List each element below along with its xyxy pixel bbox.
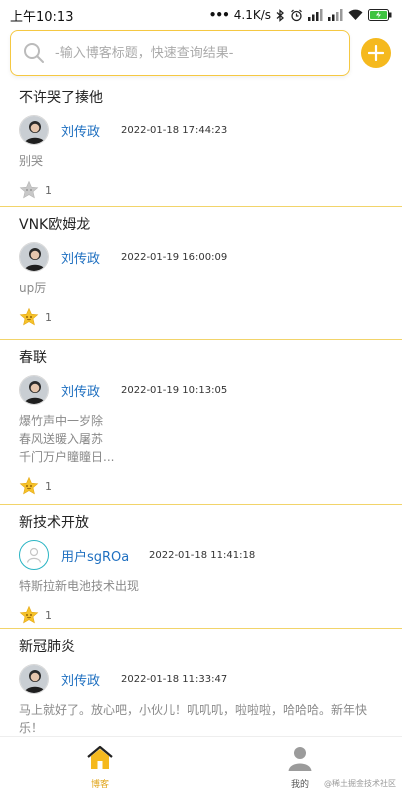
post-title: 不许哭了揍他 [19,90,103,106]
post-time: 2022-01-18 17:44:23 [121,124,228,136]
like-row: 1 [19,180,383,200]
author-row: 刘传政 2022-01-18 17:44:23 [19,114,383,146]
search-input[interactable] [53,44,327,62]
author-name[interactable]: 刘传政 [61,670,109,689]
nav-label-mine: 我的 [290,780,309,790]
battery-icon [368,9,392,21]
user-photo-icon [20,376,48,404]
post-time: 2022-01-19 16:00:09 [121,251,228,263]
nav-tab-blog[interactable]: 博客 [70,745,130,790]
excerpt-line: 春风送暖入屠苏 [19,432,104,446]
user-icon [288,747,312,771]
post-excerpt: 马上就好了。放心吧，小伙儿！叽叽叽，啦啦啦，哈哈哈。新年快 乐！ [19,701,383,736]
author-row: 刘传政 2022-01-19 16:00:09 [19,241,383,273]
nav-tab-mine[interactable]: 我的 [270,745,330,790]
excerpt-line: 马上就好了。放心吧，小伙儿！叽叽叽，啦啦啦，哈哈哈。新年快 [19,703,368,717]
post-excerpt: 特斯拉新电池技术出现 [19,577,383,595]
nav-label-blog: 博客 [90,780,109,790]
default-avatar[interactable] [19,540,49,570]
like-row: 1 [19,476,383,496]
star-outline-icon[interactable] [19,180,39,200]
user-outline-icon [26,547,42,563]
user-photo-icon [20,243,48,271]
status-bar: 上午10:13 ••• 4.1K/s [0,0,402,30]
excerpt-line: 千门万户瞳瞳日... [19,450,115,464]
post-title: 春联 [19,350,47,366]
network-speed: 4.1K/s [233,8,271,22]
like-row: 1 [19,605,383,625]
excerpt-line: 爆竹声中一岁除 [19,414,104,428]
post-title: 新冠肺炎 [19,639,75,655]
avatar[interactable] [19,375,49,405]
excerpt-line: 别哭 [19,154,44,168]
user-photo-icon [20,116,48,144]
post-time: 2022-01-18 11:41:18 [149,549,256,561]
author-name[interactable]: 刘传政 [61,248,109,267]
bottom-nav: 博客 我的 [0,736,402,801]
post-time: 2022-01-18 11:33:47 [121,673,228,685]
post-card[interactable]: VNK欧姆龙 刘传政 2022-01-19 16:00:09 up厉 1 [0,215,402,340]
avatar[interactable] [19,115,49,145]
like-count: 1 [45,479,52,493]
add-post-button[interactable] [361,38,391,68]
author-row: 用户sgROa 2022-01-18 11:41:18 [19,539,383,571]
signal-icon-2 [328,9,343,21]
like-count: 1 [45,183,52,197]
author-name[interactable]: 刘传政 [61,381,109,400]
star-liked-icon[interactable] [19,476,39,496]
post-time: 2022-01-19 10:13:05 [121,384,228,396]
author-name[interactable]: 刘传政 [61,121,109,140]
author-name[interactable]: 用户sgROa [61,546,137,565]
status-time: 上午10:13 [10,9,74,25]
watermark: @稀土掘金技术社区 [324,779,396,788]
post-excerpt: 别哭 [19,152,383,170]
search-bar[interactable] [10,30,350,76]
post-excerpt: up厉 [19,279,383,297]
post-excerpt: 爆竹声中一岁除 春风送暖入屠苏 千门万户瞳瞳日... [19,412,383,466]
like-count: 1 [45,608,52,622]
bluetooth-icon [276,8,284,22]
author-row: 刘传政 2022-01-18 11:33:47 [19,663,383,695]
excerpt-line: 乐！ [19,721,44,735]
plus-icon [368,45,384,61]
wifi-icon [348,9,363,20]
post-card[interactable]: 春联 刘传政 2022-01-19 10:13:05 爆竹声中一岁除 春风送暖入… [0,348,402,505]
post-list[interactable]: 不许哭了揍他 刘传政 2022-01-18 17:44:23 别哭 1 VNK欧… [0,80,402,736]
excerpt-line: 特斯拉新电池技术出现 [19,579,140,593]
search-icon [24,43,44,63]
author-row: 刘传政 2022-01-19 10:13:05 [19,374,383,406]
post-title: VNK欧姆龙 [19,217,91,233]
home-icon [87,745,113,769]
signal-icon [308,9,323,21]
alarm-icon [291,9,302,21]
post-card[interactable]: 不许哭了揍他 刘传政 2022-01-18 17:44:23 别哭 1 [0,88,402,207]
more-dots-icon: ••• [208,8,230,22]
post-card[interactable]: 新技术开放 用户sgROa 2022-01-18 11:41:18 特斯拉新电池… [0,513,402,629]
star-liked-icon[interactable] [19,307,39,327]
excerpt-line: up厉 [19,281,47,295]
like-count: 1 [45,310,52,324]
like-row: 1 [19,307,383,327]
avatar[interactable] [19,242,49,272]
user-photo-icon [20,665,48,693]
post-title: 新技术开放 [19,515,89,531]
star-liked-icon[interactable] [19,605,39,625]
status-icons: ••• 4.1K/s [209,8,392,22]
post-card[interactable]: 新冠肺炎 刘传政 2022-01-18 11:33:47 马上就好了。放心吧，小… [0,637,402,736]
avatar[interactable] [19,664,49,694]
